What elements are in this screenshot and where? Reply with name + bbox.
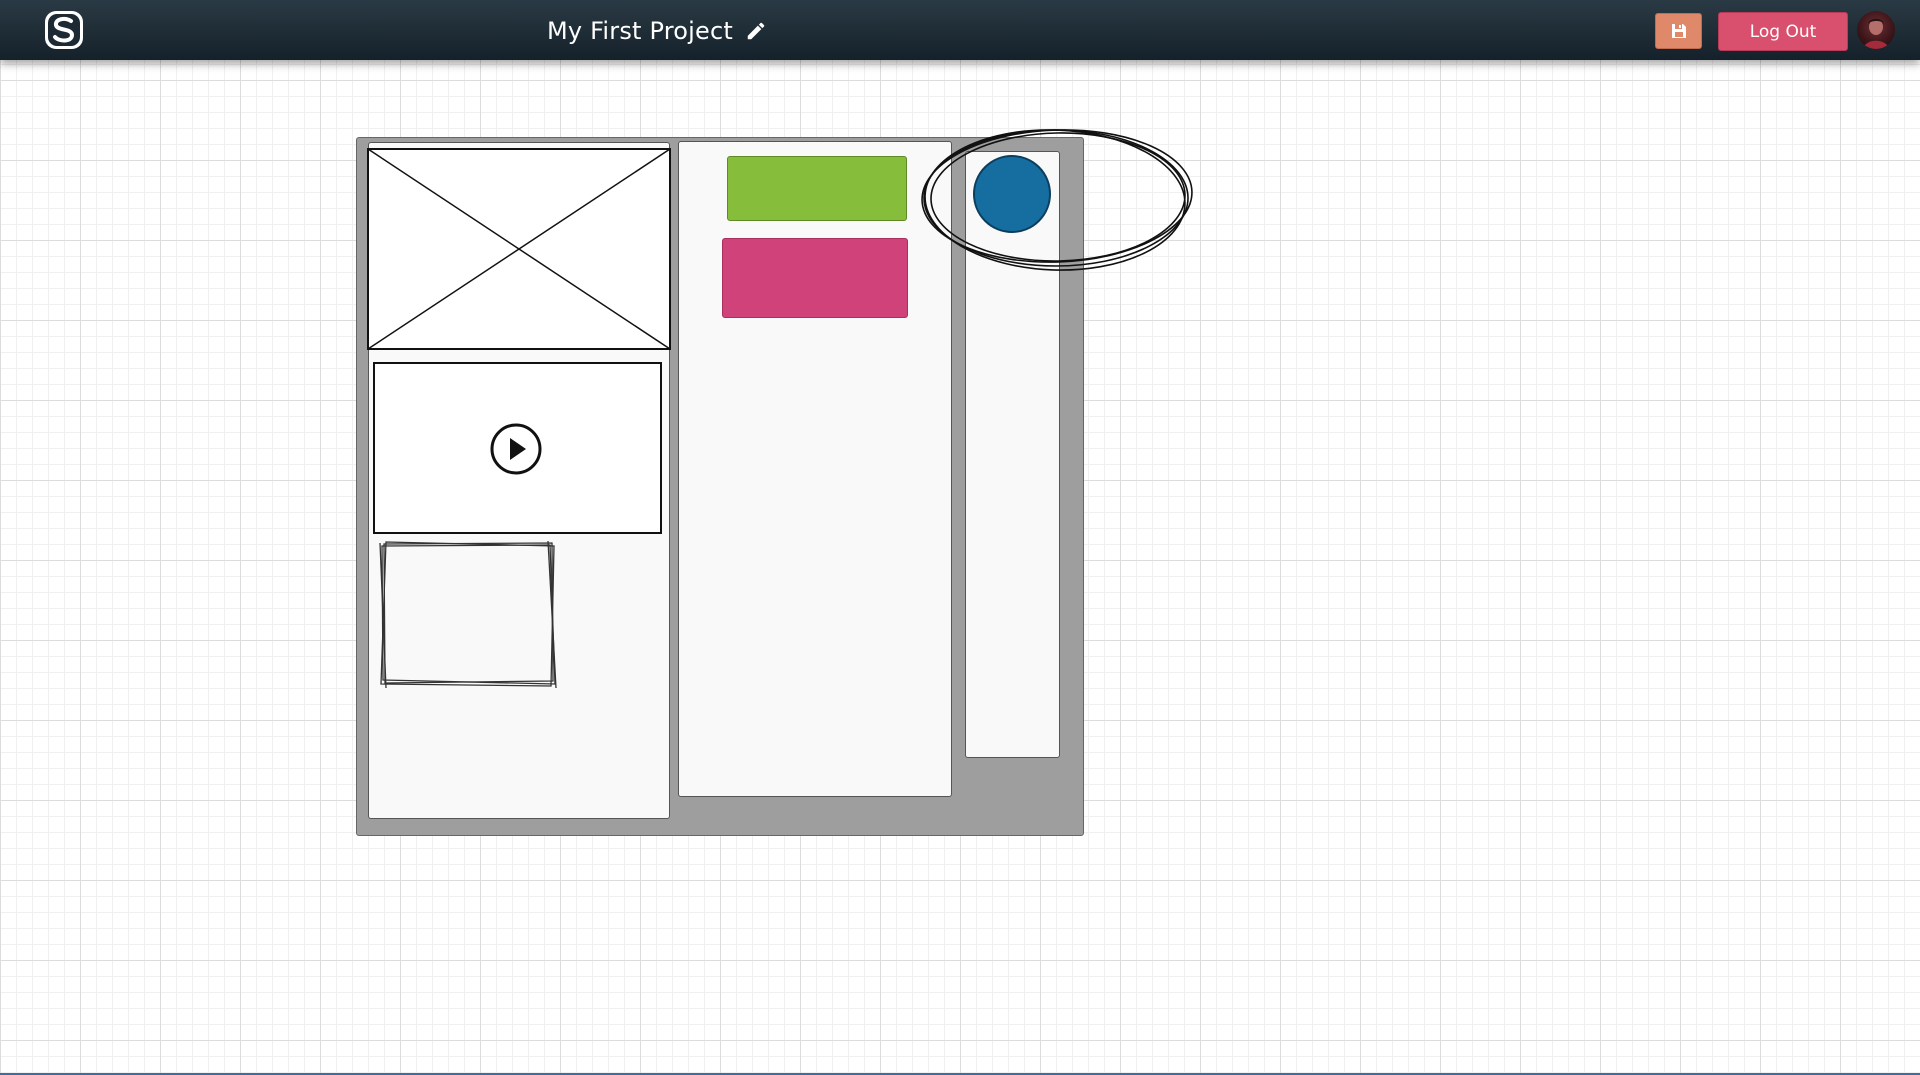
play-icon[interactable] [488,421,544,477]
save-button[interactable] [1655,13,1702,49]
image-placeholder[interactable] [367,148,671,350]
project-title-area: My First Project [547,14,767,48]
pencil-icon[interactable] [745,20,767,42]
right-column[interactable] [965,151,1060,758]
pink-button[interactable] [722,238,908,318]
floppy-disk-icon [1671,24,1686,38]
user-avatar[interactable] [1857,11,1895,49]
app-logo-icon[interactable] [43,9,85,51]
green-button[interactable] [727,156,907,221]
logout-button[interactable]: Log Out [1718,12,1848,51]
blue-circle[interactable] [973,155,1051,233]
sketch-rectangle[interactable] [378,538,560,690]
project-title[interactable]: My First Project [547,17,733,45]
avatar-image [1863,18,1889,49]
top-bar: My First Project Log Out [0,0,1920,60]
